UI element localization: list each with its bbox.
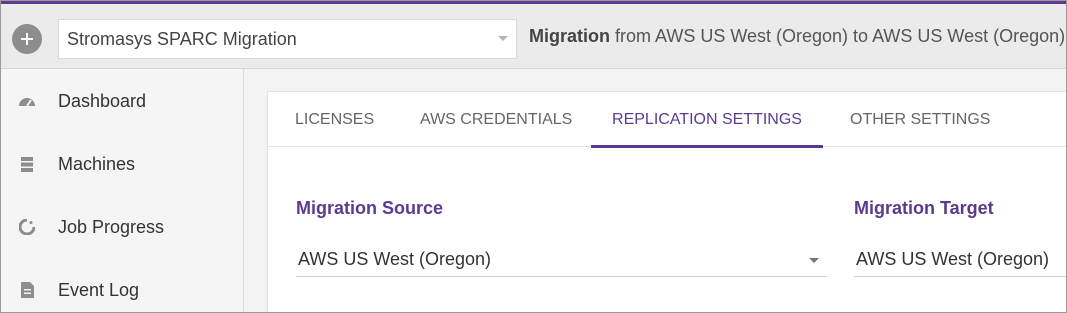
migration-target-value: AWS US West (Oregon) (856, 249, 1050, 269)
server-stack-icon (18, 155, 36, 173)
add-project-button[interactable] (12, 24, 42, 54)
tab-other-settings[interactable]: OTHER SETTINGS (850, 92, 990, 147)
sidebar-item-machines[interactable]: Machines (1, 139, 243, 189)
tab-label: OTHER SETTINGS (850, 110, 991, 128)
sidebar-item-dashboard[interactable]: Dashboard (1, 76, 243, 126)
sidebar: Dashboard Machines Job Progress Event Lo… (1, 69, 244, 312)
progress-circle-icon (18, 218, 36, 236)
settings-tabs: LICENSES AWS CREDENTIALS REPLICATION SET… (268, 92, 1066, 148)
migration-target-select[interactable]: AWS US West (Oregon) (854, 243, 1066, 277)
tab-licenses[interactable]: LICENSES (295, 92, 374, 147)
sidebar-item-label: Machines (58, 153, 136, 174)
tab-replication-settings[interactable]: REPLICATION SETTINGS (591, 92, 823, 148)
tab-label: REPLICATION SETTINGS (612, 110, 802, 128)
document-icon (18, 281, 36, 299)
header-bar: Stromasys SPARC Migration Migration from… (1, 4, 1066, 69)
migration-desc-rest: from AWS US West (Oregon) to AWS US West… (610, 26, 1066, 46)
migration-source-title: Migration Source (296, 198, 444, 218)
settings-card: LICENSES AWS CREDENTIALS REPLICATION SET… (267, 91, 1066, 312)
sidebar-item-label: Event Log (58, 279, 140, 300)
migration-source-select[interactable]: AWS US West (Oregon) (296, 243, 827, 277)
project-select-value: Stromasys SPARC Migration (67, 28, 297, 49)
main-content: LICENSES AWS CREDENTIALS REPLICATION SET… (244, 69, 1066, 312)
migration-desc-bold: Migration (529, 26, 610, 46)
chevron-down-icon (498, 36, 508, 41)
app-window: Stromasys SPARC Migration Migration from… (0, 0, 1067, 313)
sidebar-item-label: Job Progress (58, 216, 165, 237)
sidebar-item-label: Dashboard (58, 90, 147, 111)
migration-description: Migration from AWS US West (Oregon) to A… (529, 26, 1065, 47)
migration-source-value: AWS US West (Oregon) (298, 249, 492, 269)
dashboard-gauge-icon (18, 92, 36, 110)
sidebar-item-event-log[interactable]: Event Log (1, 265, 243, 312)
plus-icon (21, 33, 33, 45)
chevron-down-icon (809, 258, 819, 263)
tab-label: LICENSES (295, 110, 375, 128)
tab-label: AWS CREDENTIALS (420, 110, 573, 128)
sidebar-item-job-progress[interactable]: Job Progress (1, 202, 243, 252)
tab-aws-credentials[interactable]: AWS CREDENTIALS (420, 92, 572, 147)
project-select[interactable]: Stromasys SPARC Migration (58, 19, 517, 59)
migration-target-title: Migration Target (854, 198, 994, 218)
